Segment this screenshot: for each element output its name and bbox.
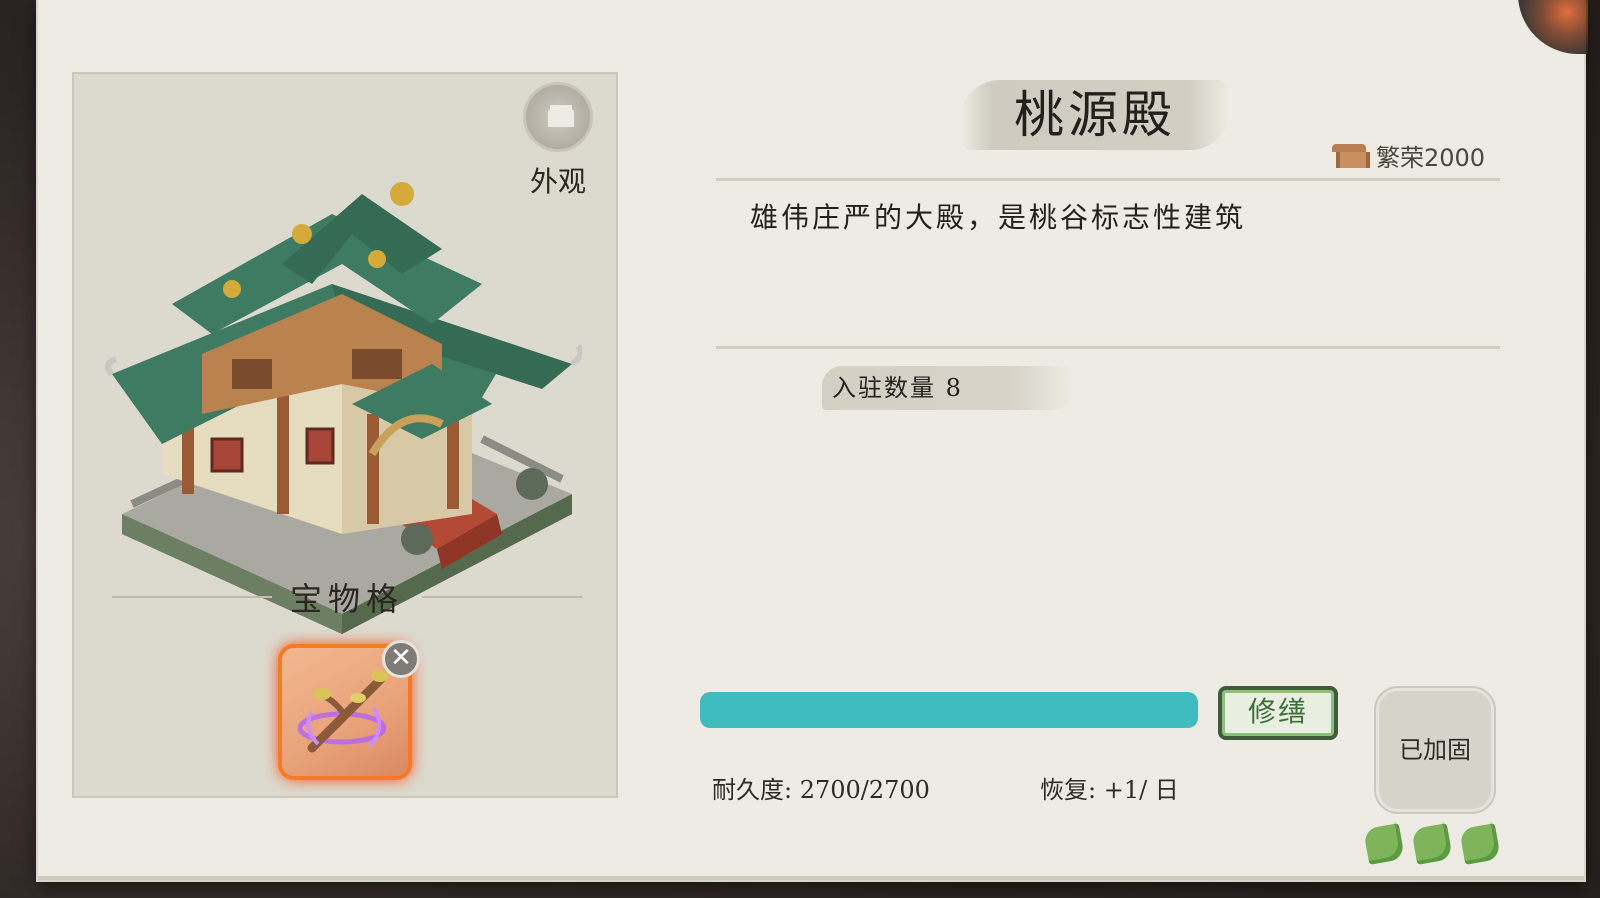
house-icon — [1332, 140, 1370, 170]
residents-count: 入驻数量 8 — [832, 374, 963, 402]
treasure-slot-title: 宝物格 — [290, 580, 405, 618]
palace-illustration — [104, 182, 582, 634]
leaf-decoration — [1363, 823, 1506, 866]
leaf-icon — [1363, 823, 1405, 865]
treasure-slot-header: 宝物格 — [112, 574, 583, 620]
building-preview-panel: 外观 宝物格 ✕ — [72, 72, 618, 798]
prosperity-stat: 繁荣2000 — [1332, 138, 1485, 172]
reinforced-button[interactable]: 已加固 — [1376, 688, 1494, 812]
recovery-rate: 恢复: +1/ 日 — [1040, 776, 1179, 804]
divider — [716, 346, 1500, 349]
corner-decoration — [1518, 0, 1588, 54]
durability-bar — [700, 692, 1198, 728]
divider — [422, 596, 583, 598]
leaf-icon — [1459, 823, 1501, 865]
repair-button[interactable]: 修缮 — [1218, 686, 1338, 740]
divider — [716, 178, 1500, 181]
divider — [112, 596, 272, 598]
building-icon — [523, 82, 593, 152]
durability-text: 耐久度: 2700/2700 — [712, 776, 930, 804]
durability-bar-fill — [700, 692, 1198, 728]
close-icon[interactable]: ✕ — [382, 640, 420, 678]
building-name: 桃源殿 — [1014, 86, 1176, 144]
prosperity-value: 繁荣2000 — [1376, 143, 1486, 172]
building-description: 雄伟庄严的大殿，是桃谷标志性建筑 — [750, 201, 1247, 234]
leaf-icon — [1411, 823, 1453, 865]
